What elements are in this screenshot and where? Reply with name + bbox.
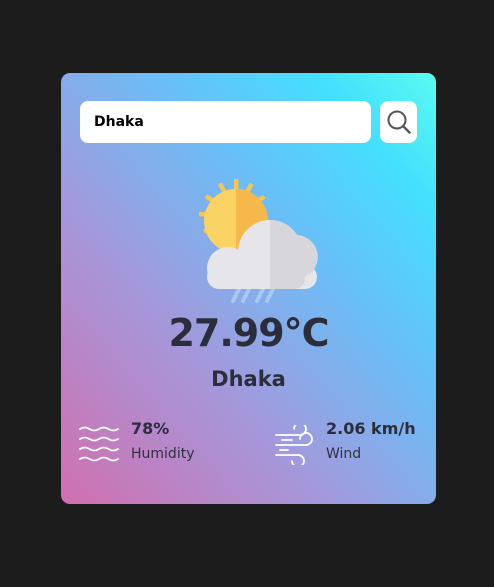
partly-cloudy-rain-icon (199, 179, 318, 303)
humidity-value: 78% (131, 419, 170, 438)
wind-icon (275, 425, 313, 465)
humidity-detail: 78% Humidity (79, 416, 194, 465)
search-icon (387, 110, 411, 134)
city-name: Dhaka (211, 367, 286, 391)
wind-label: Wind (326, 446, 362, 462)
search-input[interactable] (80, 101, 371, 143)
humidity-waves-icon (79, 426, 119, 462)
search-button[interactable] (380, 101, 417, 143)
temperature: 27.99°C (168, 311, 329, 355)
wind-detail: 2.06 km/h Wind (274, 416, 416, 465)
humidity-label: Humidity (131, 446, 195, 462)
weather-card: 27.99°C Dhaka 78% Humidity (61, 73, 436, 504)
wind-value: 2.06 km/h (326, 419, 416, 438)
